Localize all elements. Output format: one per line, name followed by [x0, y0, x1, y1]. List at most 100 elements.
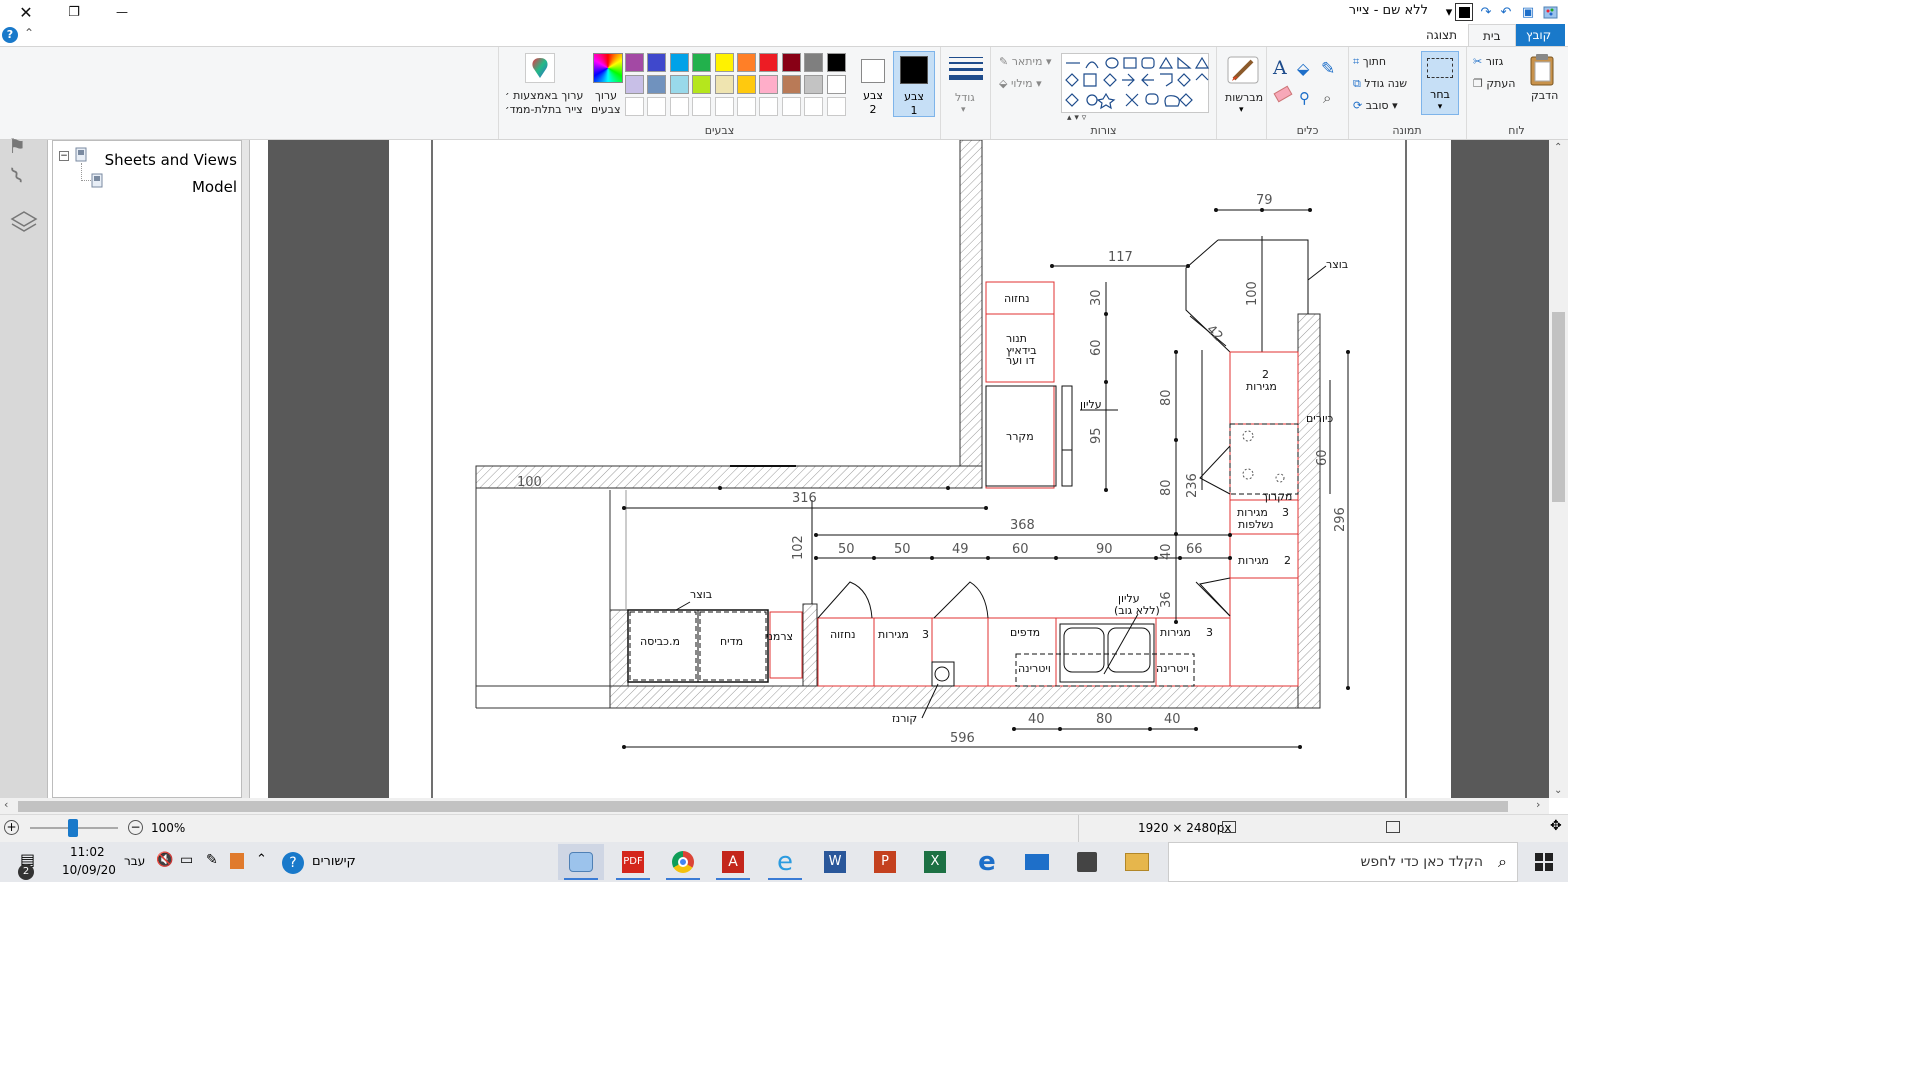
- palette-swatch[interactable]: [669, 75, 689, 94]
- taskbar-powerpoint[interactable]: P: [862, 844, 908, 880]
- collapse-ribbon-icon[interactable]: ⌃: [24, 26, 34, 40]
- outline-dropdown[interactable]: ▾ מיתאר ✎: [999, 55, 1051, 68]
- brushes-button[interactable]: מברשות: [1225, 91, 1263, 104]
- palette-swatch[interactable]: [714, 75, 734, 94]
- taskbar-search-box[interactable]: ⌕ הקלד כאן כדי לחפש: [1168, 842, 1518, 882]
- pane-splitter[interactable]: [242, 140, 250, 798]
- edit-colors-icon[interactable]: [593, 53, 623, 83]
- scroll-up-arrow[interactable]: ⌃: [1554, 142, 1562, 153]
- taskbar-autocad[interactable]: A: [710, 844, 756, 880]
- magnifier-icon[interactable]: ⌕: [1323, 89, 1331, 107]
- edit-colors-button[interactable]: ערוך: [595, 89, 617, 102]
- custom-color-slot[interactable]: [625, 97, 644, 116]
- taskbar-ie[interactable]: e: [762, 844, 808, 880]
- custom-color-slot[interactable]: [781, 97, 801, 116]
- tree-collapse-toggle[interactable]: −: [59, 151, 69, 161]
- paste-icon[interactable]: [1527, 53, 1559, 86]
- custom-color-slot[interactable]: [669, 97, 689, 116]
- help-icon[interactable]: ?: [2, 27, 18, 43]
- tree-item-sheets-and-views[interactable]: Sheets and Views: [105, 151, 237, 169]
- tree-item-model[interactable]: Model: [192, 178, 237, 196]
- color-icon[interactable]: [1455, 3, 1473, 21]
- layers-icon[interactable]: [10, 210, 38, 240]
- color2-button[interactable]: צבע 2: [857, 51, 889, 117]
- tray-app-icon[interactable]: [230, 853, 244, 869]
- redo-icon[interactable]: ↷: [1477, 3, 1495, 21]
- palette-swatch[interactable]: [737, 53, 756, 72]
- eraser-icon[interactable]: [1273, 85, 1293, 103]
- pencil-icon[interactable]: ✎: [1321, 59, 1335, 79]
- start-button[interactable]: [1520, 842, 1568, 882]
- palette-swatch[interactable]: [804, 53, 824, 72]
- vertical-scroll-thumb[interactable]: [1552, 312, 1565, 502]
- resize-button[interactable]: שנה גודל ⧉: [1353, 77, 1407, 91]
- palette-swatch[interactable]: [714, 53, 734, 72]
- copy-button[interactable]: העתק ❐: [1473, 77, 1515, 90]
- clock-date[interactable]: 10/09/20: [62, 863, 116, 877]
- taskbar-mail[interactable]: [1014, 844, 1060, 880]
- pen-tray-icon[interactable]: ✎: [206, 852, 218, 868]
- custom-color-slot[interactable]: [804, 97, 824, 116]
- color-picker-icon[interactable]: ⚲: [1299, 89, 1310, 107]
- undo-icon[interactable]: ↶: [1497, 3, 1515, 21]
- palette-swatch[interactable]: [647, 75, 667, 94]
- volume-muted-icon[interactable]: 🔇: [156, 852, 173, 868]
- palette-swatch[interactable]: [647, 53, 667, 72]
- clock-time[interactable]: 11:02: [70, 845, 105, 859]
- scroll-down-arrow[interactable]: ⌄: [1554, 785, 1562, 796]
- edit-paint3d-button[interactable]: ערוך באמצעות ׳: [505, 89, 583, 102]
- tray-overflow-icon[interactable]: ⌃: [256, 852, 267, 867]
- taskbar-acrobat[interactable]: PDF: [610, 844, 656, 880]
- paint3d-icon[interactable]: [525, 53, 555, 83]
- help-tray-icon[interactable]: ?: [282, 852, 304, 874]
- custom-color-slot[interactable]: [714, 97, 734, 116]
- scroll-right-arrow[interactable]: ›: [1536, 798, 1540, 811]
- tab-home[interactable]: בית: [1468, 24, 1516, 46]
- attachment-icon[interactable]: ⌇: [6, 163, 28, 190]
- links-toolbar[interactable]: קישורים: [312, 854, 356, 869]
- custom-color-slot[interactable]: [826, 97, 846, 116]
- custom-color-slot[interactable]: [737, 97, 756, 116]
- palette-swatch[interactable]: [759, 53, 779, 72]
- palette-swatch[interactable]: [781, 75, 801, 94]
- select-button[interactable]: בחר ▾: [1421, 51, 1459, 115]
- palette-swatch[interactable]: [625, 75, 644, 94]
- zoom-out-button[interactable]: −: [128, 820, 143, 835]
- close-button[interactable]: ✕: [2, 0, 50, 24]
- taskbar-store[interactable]: [1064, 844, 1110, 880]
- shapes-gallery[interactable]: [1061, 53, 1210, 113]
- palette-swatch[interactable]: [781, 53, 801, 72]
- text-icon[interactable]: A: [1273, 57, 1287, 79]
- horizontal-scroll-thumb[interactable]: [18, 801, 1508, 812]
- custom-color-slot[interactable]: [692, 97, 712, 116]
- cut-button[interactable]: גזור ✂: [1473, 55, 1503, 68]
- palette-swatch[interactable]: [826, 75, 846, 94]
- zoom-in-button[interactable]: +: [4, 820, 19, 835]
- palette-swatch[interactable]: [625, 53, 644, 72]
- palette-swatch[interactable]: [737, 75, 756, 94]
- palette-swatch[interactable]: [692, 53, 712, 72]
- palette-swatch[interactable]: [692, 75, 712, 94]
- palette-swatch[interactable]: [759, 75, 779, 94]
- taskbar-paint[interactable]: [558, 844, 604, 880]
- size-button[interactable]: גודל: [955, 91, 975, 104]
- zoom-slider-thumb[interactable]: [68, 819, 78, 837]
- taskbar-excel[interactable]: X: [912, 844, 958, 880]
- size-lines-icon[interactable]: [949, 57, 983, 80]
- tab-file[interactable]: קובץ: [1512, 24, 1566, 46]
- edit-colors-button-line2[interactable]: צבעים: [591, 103, 621, 116]
- bookmark-icon[interactable]: ⚑: [8, 134, 26, 158]
- crop-button[interactable]: חתוך ⌗: [1353, 55, 1386, 69]
- palette-swatch[interactable]: [826, 53, 846, 72]
- custom-color-slot[interactable]: [647, 97, 667, 116]
- rotate-button[interactable]: ▾ סובב ⟳: [1353, 99, 1398, 112]
- fill-icon[interactable]: ⬙: [1297, 59, 1309, 78]
- input-language[interactable]: עבר: [124, 854, 145, 868]
- fill-dropdown[interactable]: ▾ מילוי ⬙: [999, 77, 1042, 90]
- custom-color-slot[interactable]: [759, 97, 779, 116]
- brush-icon[interactable]: [1226, 53, 1260, 87]
- taskbar-explorer[interactable]: [1114, 844, 1160, 880]
- color1-button[interactable]: צבע 1: [893, 51, 935, 117]
- paste-button[interactable]: הדבק: [1531, 89, 1558, 102]
- network-icon[interactable]: ▭: [180, 852, 193, 868]
